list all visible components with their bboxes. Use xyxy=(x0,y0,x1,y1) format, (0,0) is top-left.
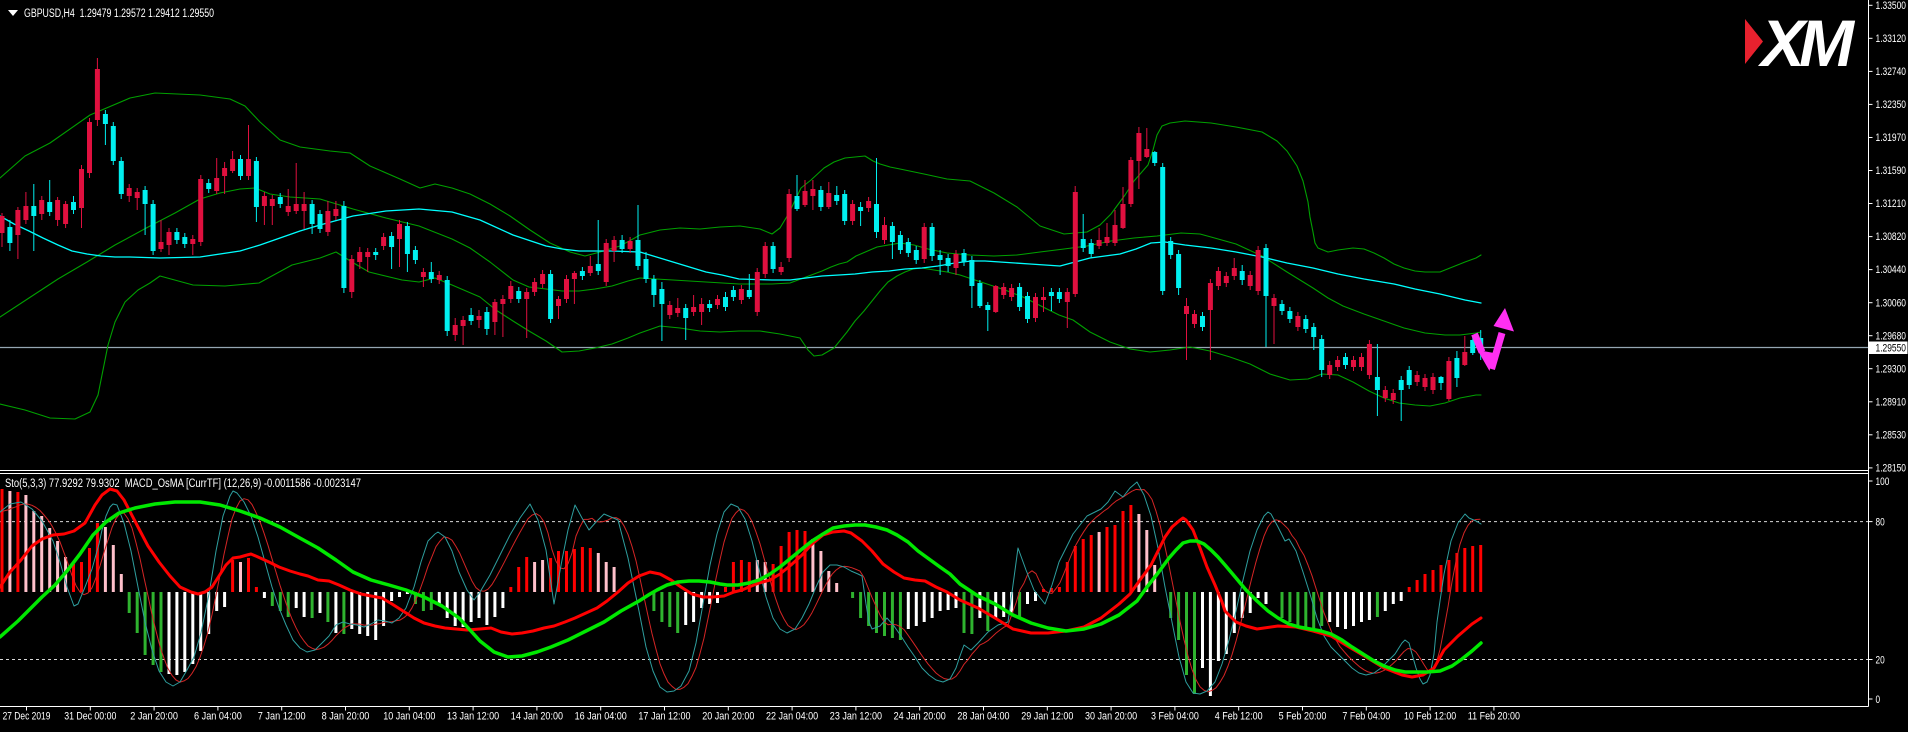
svg-text:GBPUSD,H4 1.29479 1.29572 1.2: GBPUSD,H4 1.29479 1.29572 1.29412 1.2955… xyxy=(24,8,214,20)
svg-text:30 Jan 20:00: 30 Jan 20:00 xyxy=(1085,711,1137,723)
svg-text:XM: XM xyxy=(1757,6,1856,80)
svg-text:6 Jan 04:00: 6 Jan 04:00 xyxy=(194,711,242,723)
svg-text:31 Dec 00:00: 31 Dec 00:00 xyxy=(64,711,116,723)
svg-text:1.33120: 1.33120 xyxy=(1876,33,1907,45)
svg-text:1.32350: 1.32350 xyxy=(1876,99,1907,111)
svg-text:8 Jan 20:00: 8 Jan 20:00 xyxy=(322,711,370,723)
svg-text:7 Feb 04:00: 7 Feb 04:00 xyxy=(1342,711,1390,723)
svg-text:1.31210: 1.31210 xyxy=(1876,198,1907,210)
svg-text:13 Jan 12:00: 13 Jan 12:00 xyxy=(447,711,499,723)
svg-text:14 Jan 20:00: 14 Jan 20:00 xyxy=(511,711,563,723)
svg-text:1.29300: 1.29300 xyxy=(1876,363,1907,375)
svg-text:29 Jan 12:00: 29 Jan 12:00 xyxy=(1021,711,1073,723)
svg-text:3 Feb 04:00: 3 Feb 04:00 xyxy=(1151,711,1199,723)
svg-text:1.29550: 1.29550 xyxy=(1876,343,1907,355)
svg-text:10 Jan 04:00: 10 Jan 04:00 xyxy=(383,711,435,723)
svg-text:11 Feb 20:00: 11 Feb 20:00 xyxy=(1468,711,1520,723)
svg-text:20 Jan 20:00: 20 Jan 20:00 xyxy=(702,711,754,723)
svg-text:4 Feb 12:00: 4 Feb 12:00 xyxy=(1215,711,1263,723)
svg-text:1.31970: 1.31970 xyxy=(1876,132,1907,144)
svg-text:16 Jan 04:00: 16 Jan 04:00 xyxy=(575,711,627,723)
svg-text:2 Jan 20:00: 2 Jan 20:00 xyxy=(130,711,178,723)
svg-text:1.29680: 1.29680 xyxy=(1876,330,1907,342)
svg-text:80: 80 xyxy=(1876,517,1885,529)
svg-text:1.30440: 1.30440 xyxy=(1876,264,1907,276)
svg-text:17 Jan 12:00: 17 Jan 12:00 xyxy=(638,711,690,723)
svg-text:28 Jan 04:00: 28 Jan 04:00 xyxy=(957,711,1009,723)
svg-text:0: 0 xyxy=(1876,694,1881,706)
svg-text:1.33500: 1.33500 xyxy=(1876,0,1907,12)
svg-text:1.31590: 1.31590 xyxy=(1876,165,1907,177)
svg-text:1.30820: 1.30820 xyxy=(1876,231,1907,243)
svg-text:20: 20 xyxy=(1876,655,1885,667)
svg-text:1.32740: 1.32740 xyxy=(1876,66,1907,78)
svg-text:10 Feb 12:00: 10 Feb 12:00 xyxy=(1404,711,1456,723)
svg-text:1.30060: 1.30060 xyxy=(1876,297,1907,309)
svg-text:23 Jan 12:00: 23 Jan 12:00 xyxy=(830,711,882,723)
svg-text:27 Dec 2019: 27 Dec 2019 xyxy=(3,711,51,723)
svg-text:100: 100 xyxy=(1876,476,1890,488)
svg-text:7 Jan 12:00: 7 Jan 12:00 xyxy=(258,711,306,723)
svg-text:1.28530: 1.28530 xyxy=(1876,429,1907,441)
svg-text:Sto(5,3,3) 77.9292 79.9302 MA: Sto(5,3,3) 77.9292 79.9302 MACD_OsMA [Cu… xyxy=(5,478,361,490)
svg-text:1.28150: 1.28150 xyxy=(1876,463,1907,475)
svg-text:1.28910: 1.28910 xyxy=(1876,396,1907,408)
svg-text:24 Jan 20:00: 24 Jan 20:00 xyxy=(894,711,946,723)
svg-text:5 Feb 20:00: 5 Feb 20:00 xyxy=(1279,711,1327,723)
svg-text:22 Jan 04:00: 22 Jan 04:00 xyxy=(766,711,818,723)
